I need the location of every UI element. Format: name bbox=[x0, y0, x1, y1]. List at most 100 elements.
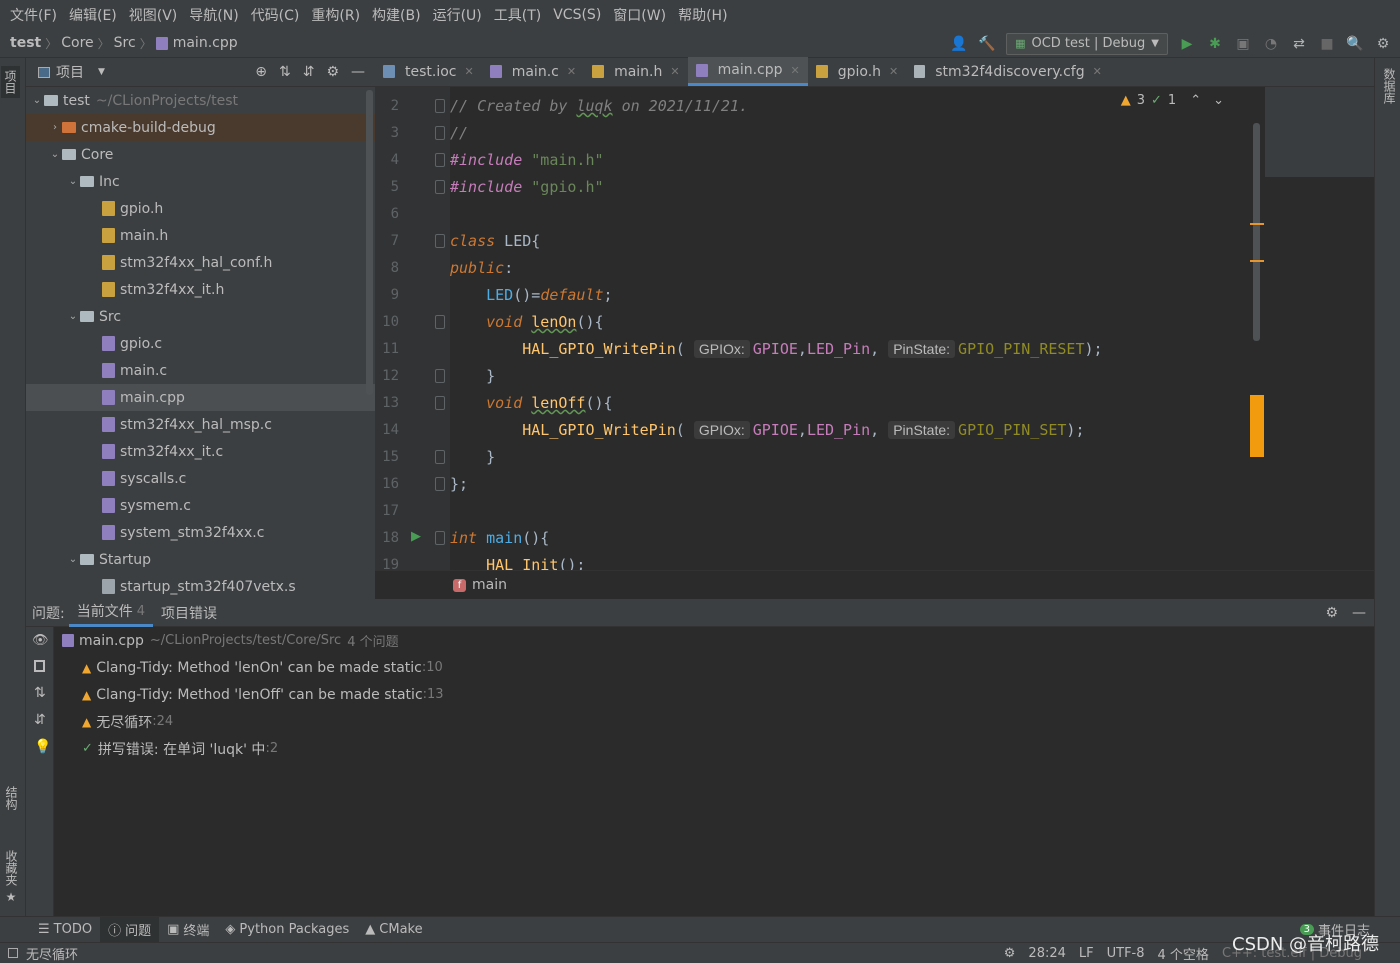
chevron-down-icon[interactable]: ▼ bbox=[98, 67, 105, 77]
crumb-project[interactable]: test bbox=[10, 35, 41, 51]
hide-icon[interactable]: — bbox=[351, 64, 365, 80]
tree-item-file[interactable]: stm32f4xx_hal_conf.h bbox=[26, 249, 375, 276]
line-separator[interactable]: LF bbox=[1079, 946, 1094, 961]
tab-problems[interactable]: ⓘ 问题 bbox=[100, 916, 160, 943]
inspection-widget[interactable]: ▲ 3 ✓ 1 ⌃ ⌄ bbox=[1121, 93, 1224, 108]
tab-terminal[interactable]: ▣ 终端 bbox=[159, 917, 217, 943]
close-icon[interactable]: ✕ bbox=[889, 65, 898, 78]
bookmarks-tool-tab[interactable]: 收藏夹 ★ bbox=[3, 850, 20, 904]
crumb-src[interactable]: Src bbox=[114, 35, 136, 51]
code-editor[interactable]: 2 3 4 5 6 7 8 9 10 11 12 13 14 15 16 17 … bbox=[375, 87, 1374, 570]
search-icon[interactable]: 🔍 bbox=[1346, 35, 1364, 53]
tree-item-file-selected[interactable]: main.cpp bbox=[26, 384, 375, 411]
menu-file[interactable]: 文件(F) bbox=[4, 5, 63, 25]
tree-item-src[interactable]: ⌄ Src bbox=[26, 303, 375, 330]
tree-item-file[interactable]: stm32f4xx_hal_msp.c bbox=[26, 411, 375, 438]
gear-icon[interactable]: ⚙ bbox=[1374, 35, 1392, 53]
problem-item[interactable]: ▲ Clang-Tidy: Method 'lenOff' can be mad… bbox=[82, 681, 444, 708]
locate-icon[interactable]: ⊕ bbox=[255, 64, 267, 80]
menu-navigate[interactable]: 导航(N) bbox=[183, 5, 244, 25]
menu-build[interactable]: 构建(B) bbox=[366, 5, 427, 25]
tree-item-file[interactable]: sysmem.c bbox=[26, 492, 375, 519]
tab-todo[interactable]: ☰ TODO bbox=[30, 917, 100, 943]
menu-refactor[interactable]: 重构(R) bbox=[305, 5, 366, 25]
eye-icon[interactable]: 👁 bbox=[32, 633, 49, 648]
fold-marker-icon[interactable] bbox=[435, 450, 445, 464]
build-hammer-icon[interactable]: 🔨 bbox=[978, 35, 996, 53]
close-icon[interactable]: ✕ bbox=[465, 65, 474, 78]
database-tool-tab[interactable]: 数据库 bbox=[1381, 68, 1398, 104]
fold-marker-icon[interactable] bbox=[435, 396, 445, 410]
editor-breadcrumb-label[interactable]: main bbox=[472, 577, 507, 593]
chevron-down-icon[interactable]: ⌄ bbox=[48, 149, 62, 160]
tree-item-file[interactable]: main.c bbox=[26, 357, 375, 384]
tree-item-file[interactable]: syscalls.c bbox=[26, 465, 375, 492]
menu-code[interactable]: 代码(C) bbox=[245, 5, 306, 25]
chevron-down-icon[interactable]: ⌄ bbox=[66, 554, 80, 565]
tree-item-file[interactable]: main.h bbox=[26, 222, 375, 249]
problem-item[interactable]: ▲ 无尽循环:24 bbox=[82, 708, 173, 735]
tab-cmake[interactable]: ▲ CMake bbox=[357, 917, 430, 943]
menu-window[interactable]: 窗口(W) bbox=[607, 5, 672, 25]
tab-cfg[interactable]: stm32f4discovery.cfg ✕ bbox=[906, 57, 1110, 86]
menu-vcs[interactable]: VCS(S) bbox=[547, 7, 607, 23]
chevron-down-icon[interactable]: ⌄ bbox=[1213, 93, 1224, 108]
problem-item[interactable]: ✓ 拼写错误: 在单词 'luqk' 中:2 bbox=[82, 735, 278, 762]
attach-icon[interactable]: ⇄ bbox=[1290, 35, 1308, 53]
hide-icon[interactable]: — bbox=[1352, 605, 1366, 621]
close-icon[interactable]: ✕ bbox=[791, 64, 800, 77]
git-icon[interactable]: ⚙ bbox=[1004, 946, 1016, 961]
gear-icon[interactable]: ⚙ bbox=[1325, 605, 1338, 621]
caret-position[interactable]: 28:24 bbox=[1028, 946, 1065, 961]
coverage-icon[interactable]: ▣ bbox=[1234, 35, 1252, 53]
run-configuration-select[interactable]: ▦ OCD test | Debug ▼ bbox=[1006, 32, 1168, 55]
chevron-down-icon[interactable]: ⌄ bbox=[30, 95, 44, 106]
project-tool-tab[interactable]: 项目 bbox=[1, 66, 20, 98]
bulb-icon[interactable]: 💡 bbox=[34, 739, 51, 755]
tab-python-packages[interactable]: ◈ Python Packages bbox=[217, 917, 357, 943]
expand-all-icon[interactable]: ⇅ bbox=[279, 64, 291, 80]
error-stripe-mark[interactable] bbox=[1250, 260, 1264, 262]
menu-help[interactable]: 帮助(H) bbox=[672, 5, 733, 25]
tab-test-ioc[interactable]: test.ioc ✕ bbox=[375, 57, 482, 86]
fold-marker-icon[interactable] bbox=[435, 477, 445, 491]
problem-file-row[interactable]: main.cpp ~/CLionProjects/test/Core/Src 4… bbox=[62, 627, 399, 654]
menu-tools[interactable]: 工具(T) bbox=[488, 5, 547, 25]
fold-marker-icon[interactable] bbox=[435, 369, 445, 383]
tree-item-inc[interactable]: ⌄ Inc bbox=[26, 168, 375, 195]
chevron-right-icon[interactable]: › bbox=[48, 122, 62, 133]
tree-item-file[interactable]: gpio.c bbox=[26, 330, 375, 357]
gear-icon[interactable]: ⚙ bbox=[326, 64, 339, 80]
profile-icon[interactable]: ◔ bbox=[1262, 35, 1280, 53]
fold-marker-icon[interactable] bbox=[435, 315, 445, 329]
structure-tool-tab[interactable]: 结构 bbox=[3, 786, 20, 810]
tree-item-file[interactable]: stm32f4xx_it.h bbox=[26, 276, 375, 303]
tab-main-h[interactable]: main.h ✕ bbox=[584, 57, 688, 86]
menu-edit[interactable]: 编辑(E) bbox=[63, 5, 123, 25]
chevron-down-icon[interactable]: ⌄ bbox=[66, 311, 80, 322]
error-stripe-mark[interactable] bbox=[1250, 223, 1264, 225]
tree-item-test[interactable]: ⌄ test ~/CLionProjects/test bbox=[26, 87, 375, 114]
fold-marker-icon[interactable] bbox=[435, 153, 445, 167]
tree-item-file[interactable]: gpio.h bbox=[26, 195, 375, 222]
tab-current-file[interactable]: 当前文件 4 bbox=[68, 599, 153, 627]
tree-item-cmake-build-debug[interactable]: › cmake-build-debug bbox=[26, 114, 375, 141]
tab-project-errors[interactable]: 项目错误 bbox=[153, 599, 225, 627]
error-stripe-mark[interactable] bbox=[1250, 395, 1264, 457]
tree-item-file[interactable]: stm32f4xx_it.c bbox=[26, 438, 375, 465]
collapse-all-icon[interactable]: ⇵ bbox=[34, 712, 46, 728]
fold-marker-icon[interactable] bbox=[435, 99, 445, 113]
fold-marker-icon[interactable] bbox=[435, 180, 445, 194]
tree-item-startup[interactable]: ⌄ Startup bbox=[26, 546, 375, 573]
menu-view[interactable]: 视图(V) bbox=[123, 5, 184, 25]
tree-item-file[interactable]: startup_stm32f407vetx.s bbox=[26, 573, 375, 600]
fold-marker-icon[interactable] bbox=[435, 531, 445, 545]
project-scrollbar[interactable] bbox=[366, 90, 373, 395]
tree-item-core[interactable]: ⌄ Core bbox=[26, 141, 375, 168]
crumb-file[interactable]: main.cpp bbox=[155, 35, 238, 51]
collapse-all-icon[interactable]: ⇵ bbox=[303, 64, 315, 80]
editor-scrollbar[interactable] bbox=[1253, 123, 1260, 341]
run-gutter-icon[interactable]: ▶ bbox=[411, 529, 421, 544]
run-icon[interactable]: ▶ bbox=[1178, 35, 1196, 53]
close-icon[interactable]: ✕ bbox=[1093, 65, 1102, 78]
